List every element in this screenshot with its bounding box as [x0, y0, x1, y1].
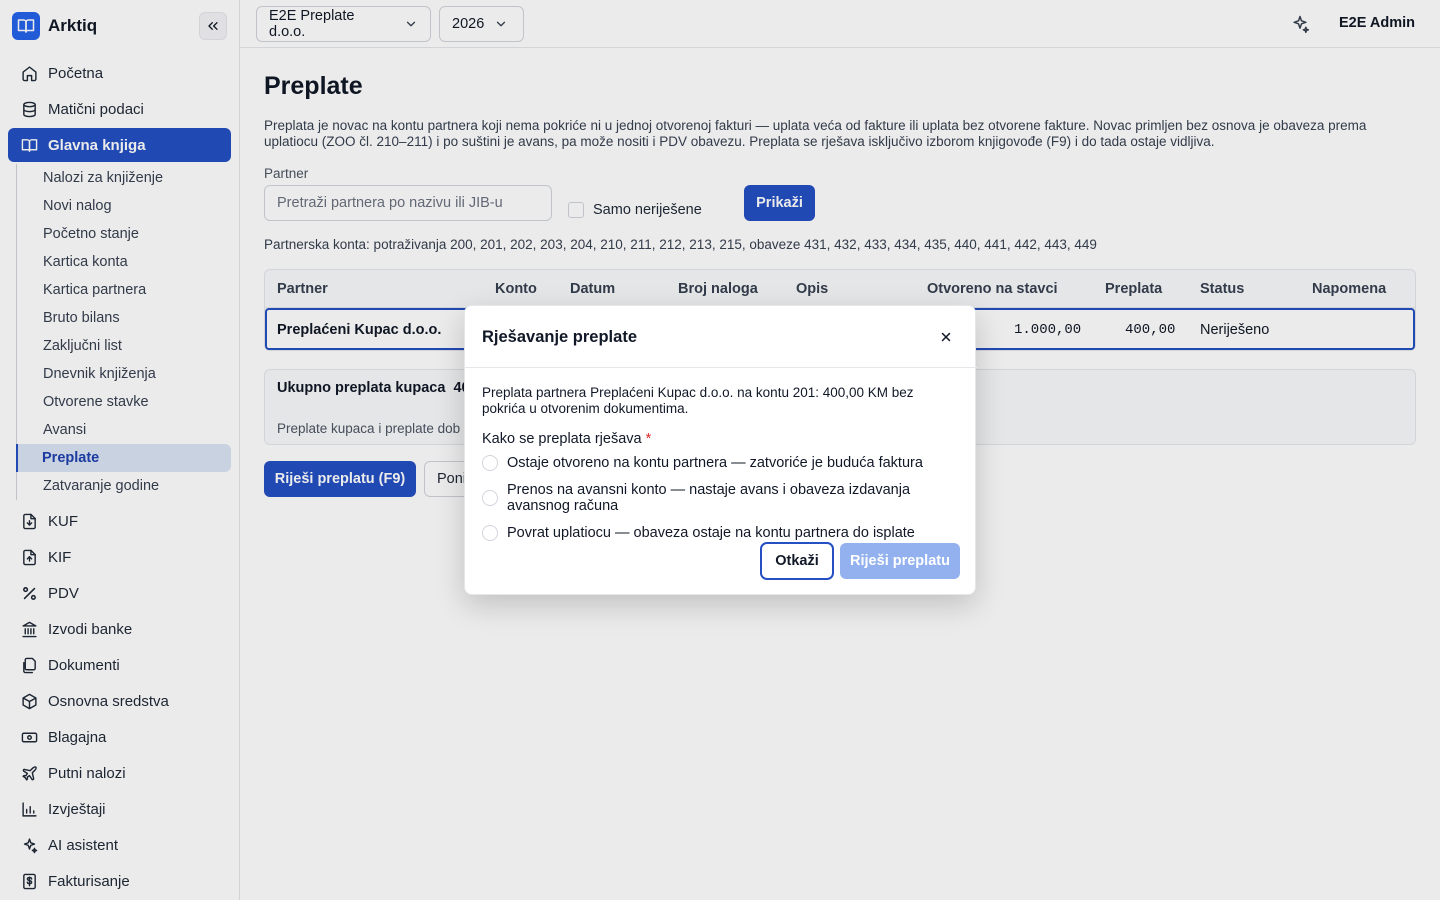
option-refund[interactable]: Povrat uplatiocu — obaveza ostaje na kon…: [482, 525, 937, 541]
option-keep-open-radio[interactable]: [482, 455, 498, 471]
option-transfer-advance-label: Prenos na avansni konto — nastaje avans …: [507, 482, 911, 514]
resolve-overpayment-dialog: Rješavanje preplate Preplata partnera Pr…: [464, 305, 977, 595]
close-icon: [941, 332, 951, 342]
option-transfer-advance-radio[interactable]: [482, 490, 498, 506]
cancel-button[interactable]: Otkaži: [760, 542, 834, 580]
close-button[interactable]: [937, 328, 955, 346]
required-mark: *: [645, 431, 652, 447]
option-transfer-advance[interactable]: Prenos na avansni konto — nastaje avans …: [482, 482, 937, 514]
dialog-divider: [465, 367, 977, 368]
dialog-title: Rješavanje preplate: [482, 328, 637, 346]
confirm-resolve-button[interactable]: Riješi preplatu: [840, 543, 960, 579]
resolution-question-text: Kako se preplata rješava: [482, 431, 642, 447]
option-keep-open[interactable]: Ostaje otvoreno na kontu partnera — zatv…: [482, 455, 937, 471]
resolution-question: Kako se preplata rješava *: [482, 431, 651, 447]
option-keep-open-label: Ostaje otvoreno na kontu partnera — zatv…: [507, 455, 923, 471]
option-refund-label: Povrat uplatiocu — obaveza ostaje na kon…: [507, 525, 915, 541]
dialog-description: Preplata partnera Preplaćeni Kupac d.o.o…: [482, 385, 914, 416]
option-refund-radio[interactable]: [482, 525, 498, 541]
